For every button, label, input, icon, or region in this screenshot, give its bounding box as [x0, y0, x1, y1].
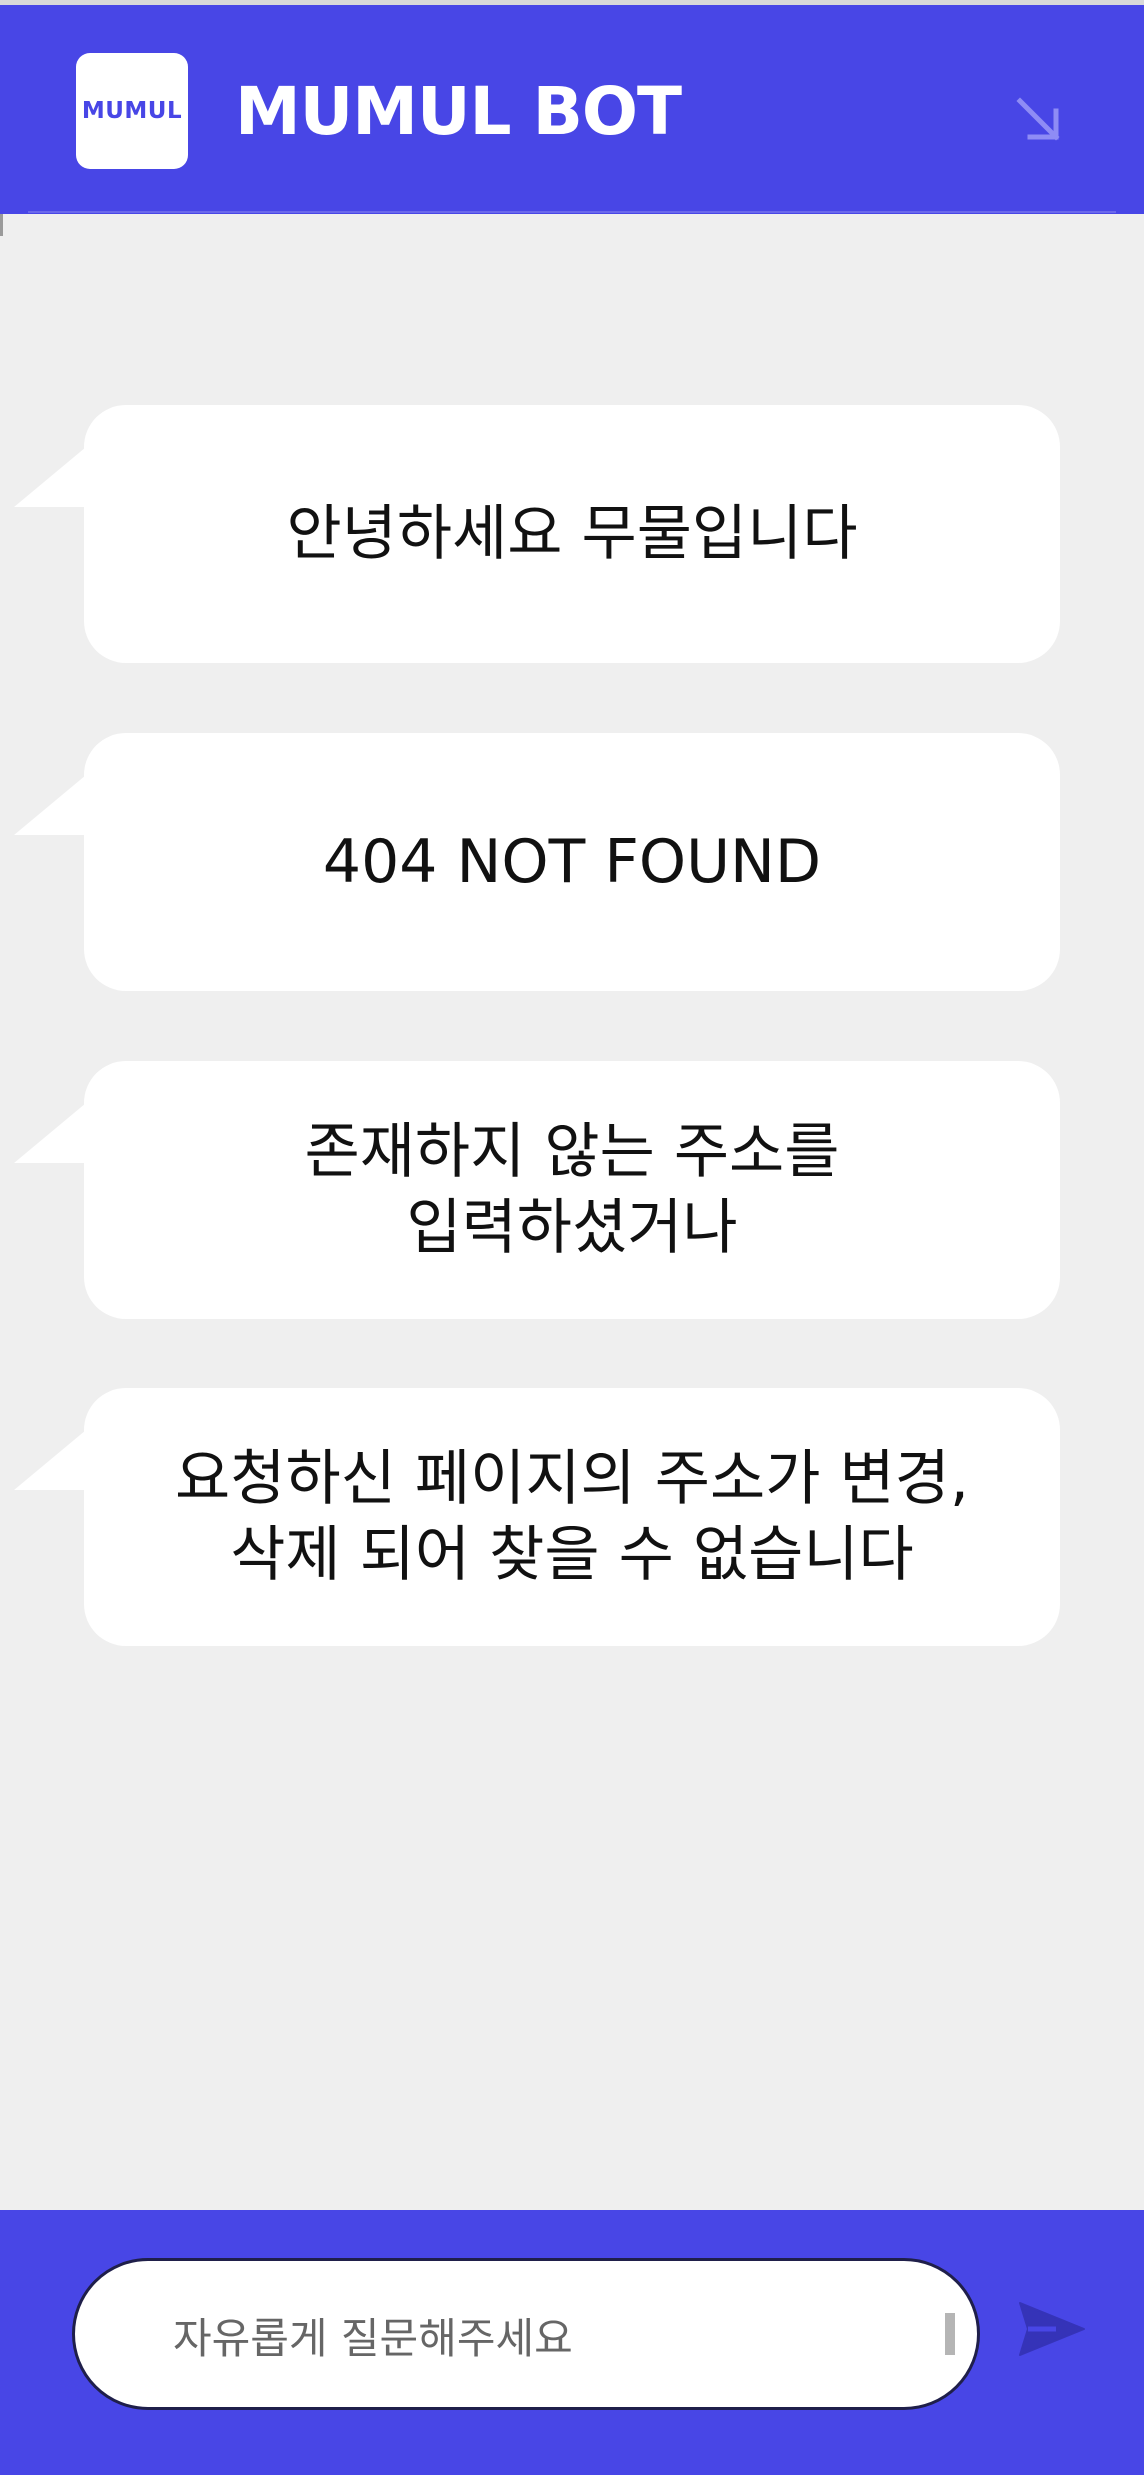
bot-message: 요청하신 페이지의 주소가 변경, 삭제 되어 찾을 수 없습니다	[14, 1388, 1060, 1646]
mumul-logo: MUMUL	[76, 53, 188, 169]
chat-header: MUMUL MUMUL BOT	[0, 0, 1144, 214]
message-input[interactable]	[171, 2297, 895, 2379]
message-text: 요청하신 페이지의 주소가 변경, 삭제 되어 찾을 수 없습니다	[175, 1444, 969, 1590]
bot-message: 404 NOT FOUND	[14, 733, 1060, 991]
message-input-container[interactable]	[72, 2258, 980, 2410]
chat-message-list[interactable]: 안녕하세요 무물입니다 404 NOT FOUND 존재하지 않는 주소를 입력…	[0, 214, 1144, 2210]
bubble-tail	[14, 775, 86, 835]
bubble-tail	[14, 447, 86, 507]
chat-title: MUMUL BOT	[235, 73, 682, 150]
text-cursor-marker	[945, 2313, 955, 2355]
header-divider	[28, 211, 1116, 213]
arrow-down-right-icon	[1016, 97, 1060, 141]
bot-message: 존재하지 않는 주소를 입력하셨거나	[14, 1061, 1060, 1319]
message-text: 안녕하세요 무물입니다	[286, 499, 858, 569]
bubble-tail	[14, 1103, 86, 1163]
bubble-tail	[14, 1430, 86, 1490]
bot-message: 안녕하세요 무물입니다	[14, 405, 1060, 663]
message-composer	[0, 2210, 1144, 2475]
message-text: 존재하지 않는 주소를 입력하셨거나	[304, 1117, 840, 1263]
logo-text: MUMUL	[81, 98, 183, 124]
minimize-button[interactable]	[1000, 81, 1076, 157]
message-text: 404 NOT FOUND	[322, 827, 822, 897]
send-button[interactable]	[1014, 2296, 1090, 2362]
send-icon	[1019, 2302, 1085, 2356]
